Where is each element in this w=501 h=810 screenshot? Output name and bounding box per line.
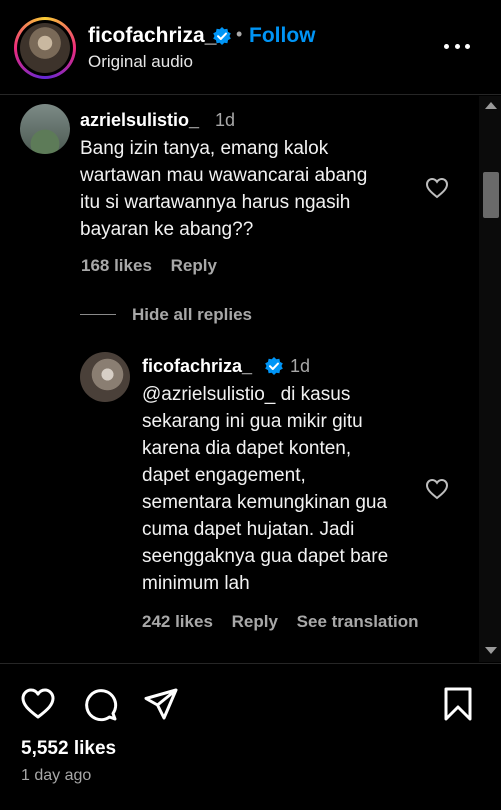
comment-bubble-icon[interactable] — [82, 686, 118, 722]
reply-button[interactable]: Reply — [171, 256, 217, 275]
reply-button[interactable]: Reply — [232, 612, 278, 631]
share-send-icon[interactable] — [143, 686, 179, 722]
audio-label[interactable]: Original audio — [88, 52, 193, 72]
save-bookmark-icon[interactable] — [440, 686, 476, 722]
like-heart-icon[interactable] — [20, 686, 56, 722]
more-options-icon[interactable] — [444, 44, 470, 50]
comment-time: 1d — [215, 110, 236, 130]
comment-text: Bang izin tanya, emang kalok wartawan ma… — [80, 138, 368, 240]
post-likes-count[interactable]: 5,552 likes — [21, 738, 116, 760]
verified-badge-icon — [265, 357, 283, 375]
scroll-up-arrow-icon[interactable] — [485, 102, 497, 109]
separator-dot: • — [236, 24, 243, 44]
owner-avatar[interactable] — [14, 17, 76, 79]
comment-username[interactable]: azrielsulistio_ — [80, 110, 199, 131]
reply-time: 1d — [290, 356, 311, 376]
post-date: 1 day ago — [21, 767, 92, 784]
replies-divider-line — [80, 314, 116, 315]
reply-likes-count[interactable]: 242 likes — [142, 612, 213, 631]
reply-username[interactable]: ficofachriza_ — [142, 356, 252, 377]
comment-likes-count[interactable]: 168 likes — [81, 256, 152, 275]
comments-scrollbar[interactable] — [479, 96, 501, 662]
see-translation-button[interactable]: See translation — [297, 612, 419, 631]
comment-like-heart-icon[interactable] — [425, 177, 449, 199]
reply-text: @azrielsulistio_ di kasus sekarang ini g… — [142, 384, 389, 594]
hide-replies-button[interactable]: Hide all replies — [132, 305, 252, 325]
reply-avatar[interactable] — [80, 352, 130, 402]
scroll-down-arrow-icon[interactable] — [485, 647, 497, 654]
post-action-bar — [0, 663, 501, 810]
owner-username[interactable]: ficofachriza_ — [88, 24, 216, 48]
scroll-thumb[interactable] — [483, 172, 499, 218]
post-header: ficofachriza_ • Follow Original audio — [0, 0, 501, 95]
reply-meta: 242 likes Reply See translation — [142, 612, 419, 632]
follow-button[interactable]: Follow — [249, 24, 316, 48]
verified-badge-icon — [213, 27, 231, 45]
reply-like-heart-icon[interactable] — [425, 478, 449, 500]
commenter-avatar[interactable] — [20, 104, 70, 154]
comment-meta: 168 likes Reply — [81, 256, 217, 276]
